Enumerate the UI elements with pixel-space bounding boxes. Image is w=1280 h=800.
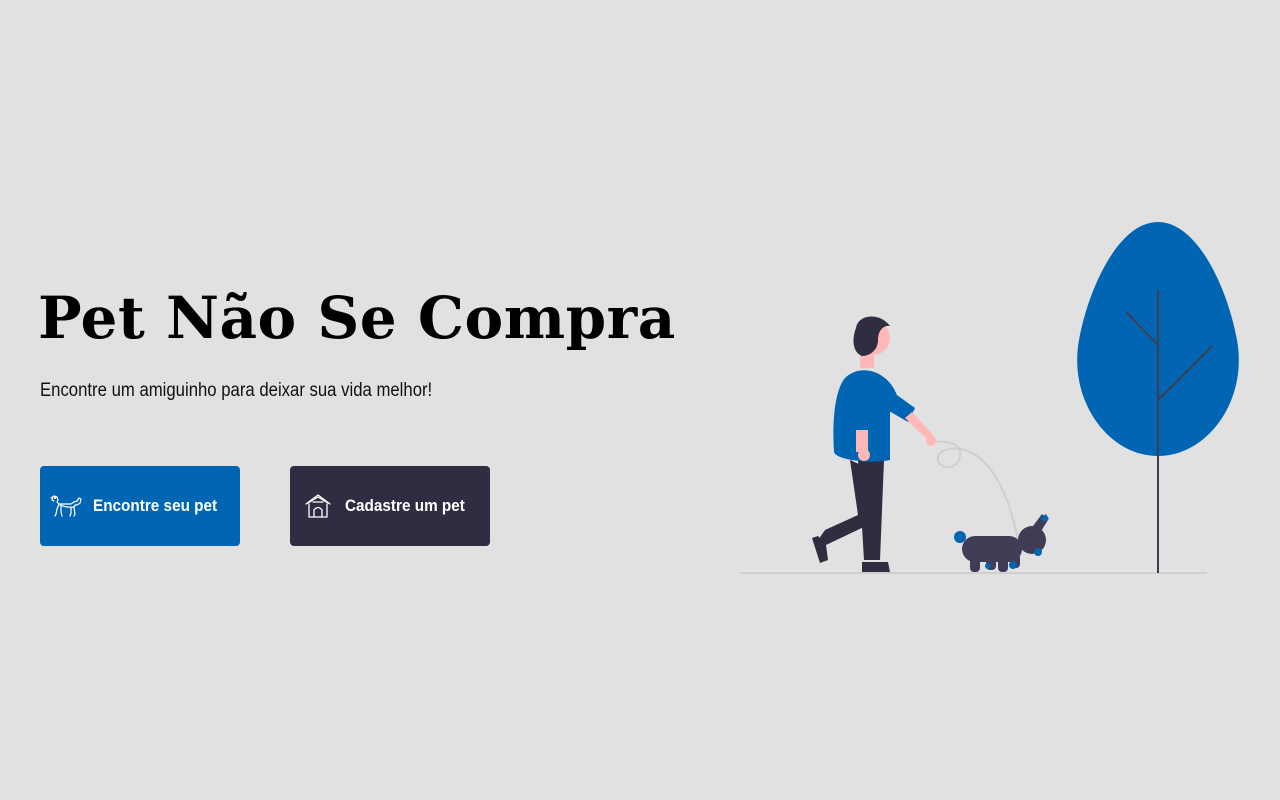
find-pet-button[interactable]: Encontre seu pet bbox=[40, 466, 240, 546]
dog-icon bbox=[49, 491, 83, 521]
tree bbox=[1077, 222, 1239, 573]
find-pet-button-label: Encontre seu pet bbox=[93, 496, 218, 515]
person bbox=[812, 316, 936, 572]
person-walking-dog-illustration bbox=[740, 222, 1239, 574]
landing-page: Pet Não Se Compra Encontre um amiguinho … bbox=[0, 0, 1280, 800]
page-subtitle: Encontre um amiguinho para deixar sua vi… bbox=[40, 380, 433, 401]
leash bbox=[929, 440, 1019, 541]
dog bbox=[954, 514, 1049, 572]
doghouse-icon bbox=[301, 491, 335, 521]
register-pet-button[interactable]: Cadastre um pet bbox=[290, 466, 490, 546]
register-pet-button-label: Cadastre um pet bbox=[345, 496, 466, 515]
page-title: Pet Não Se Compra bbox=[38, 284, 676, 352]
